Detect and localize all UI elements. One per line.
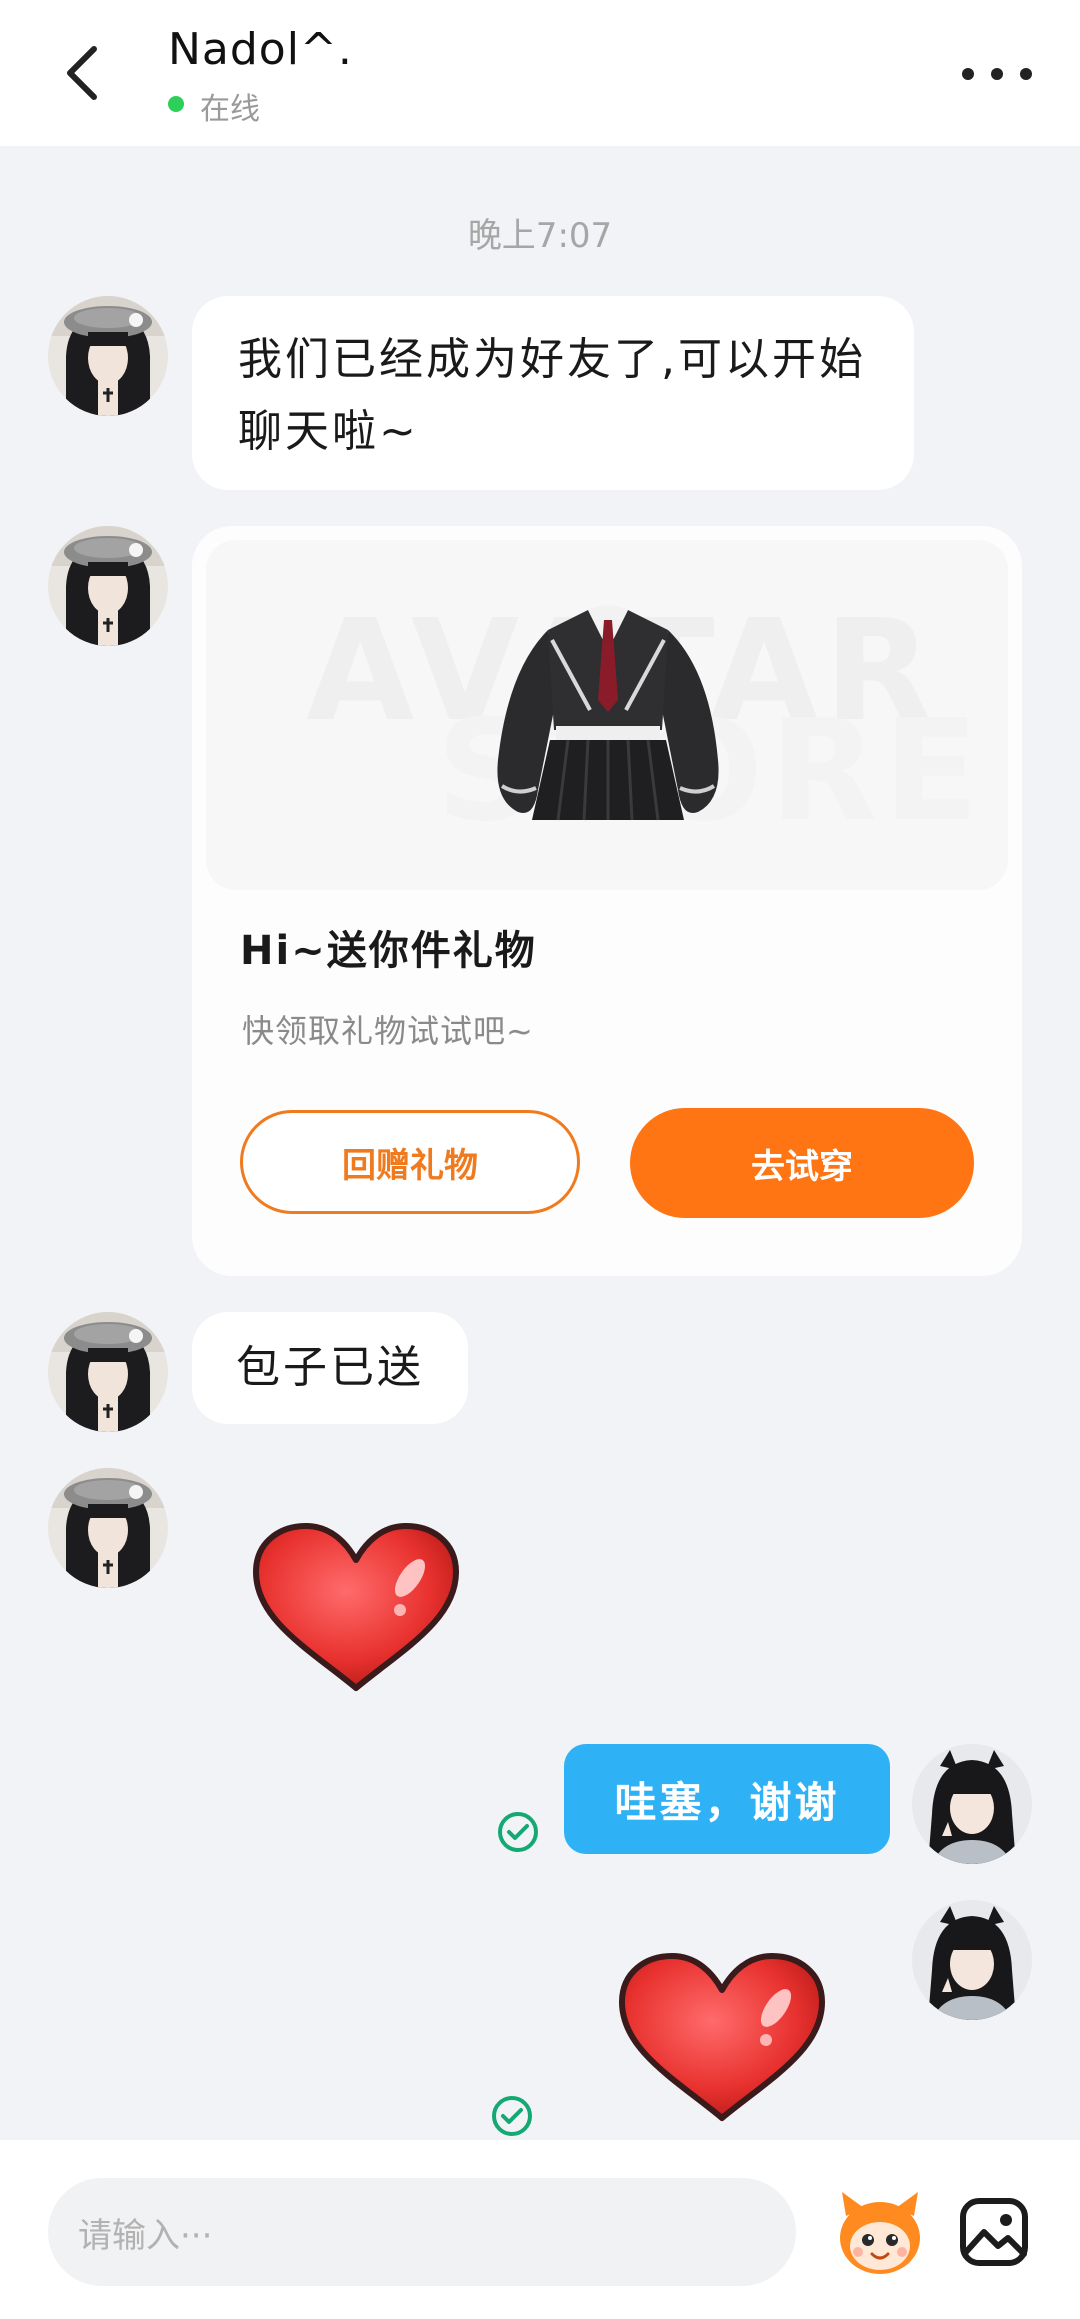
emoji-mascot-icon[interactable]	[832, 2186, 928, 2282]
return-gift-button[interactable]: 回赠礼物	[240, 1110, 580, 1214]
back-button[interactable]	[52, 38, 112, 108]
more-dot-icon	[962, 68, 974, 80]
more-dot-icon	[1020, 68, 1032, 80]
message-bubble-me[interactable]: 哇塞，谢谢	[564, 1744, 890, 1854]
image-picker-icon[interactable]	[958, 2196, 1030, 2268]
online-status-text: 在线	[200, 92, 260, 127]
contact-avatar[interactable]	[48, 526, 168, 646]
message-text: 包子已送	[236, 1342, 424, 1393]
message-input[interactable]: 请输入···	[48, 2178, 796, 2286]
more-options-button[interactable]	[962, 54, 1032, 94]
message-text: 我们已经成为好友了,可以开始	[238, 334, 866, 385]
try-on-button[interactable]: 去试穿	[630, 1108, 974, 1218]
chat-header: Nadol^. 在线	[0, 0, 1080, 146]
contact-avatar-image	[48, 296, 168, 416]
more-dot-icon	[991, 68, 1003, 80]
contact-avatar-image	[48, 526, 168, 646]
contact-avatar[interactable]	[48, 296, 168, 416]
gift-image-panel: AVATAR STORE	[206, 540, 1008, 890]
gift-subtitle: 快领取礼物试试吧~	[242, 1012, 534, 1050]
online-status-dot	[168, 96, 184, 112]
contact-avatar-image	[48, 1312, 168, 1432]
heart-sticker-icon[interactable]	[616, 1950, 828, 2126]
read-check-icon	[498, 1812, 538, 1852]
my-avatar[interactable]	[912, 1900, 1032, 2020]
gift-title: Hi~送你件礼物	[240, 928, 537, 974]
my-avatar-image	[912, 1744, 1032, 1864]
chevron-left-icon	[67, 46, 97, 100]
contact-avatar[interactable]	[48, 1468, 168, 1588]
message-text: 聊天啦~	[238, 406, 419, 457]
outfit-image	[497, 605, 719, 821]
contact-avatar-image	[48, 1468, 168, 1588]
heart-sticker-icon[interactable]	[250, 1520, 462, 1696]
contact-avatar[interactable]	[48, 1312, 168, 1432]
contact-name[interactable]: Nadol^.	[168, 24, 353, 75]
my-avatar[interactable]	[912, 1744, 1032, 1864]
my-avatar-image	[912, 1900, 1032, 2020]
read-check-icon	[492, 2096, 532, 2136]
chat-timestamp: 晚上7:07	[467, 216, 613, 256]
